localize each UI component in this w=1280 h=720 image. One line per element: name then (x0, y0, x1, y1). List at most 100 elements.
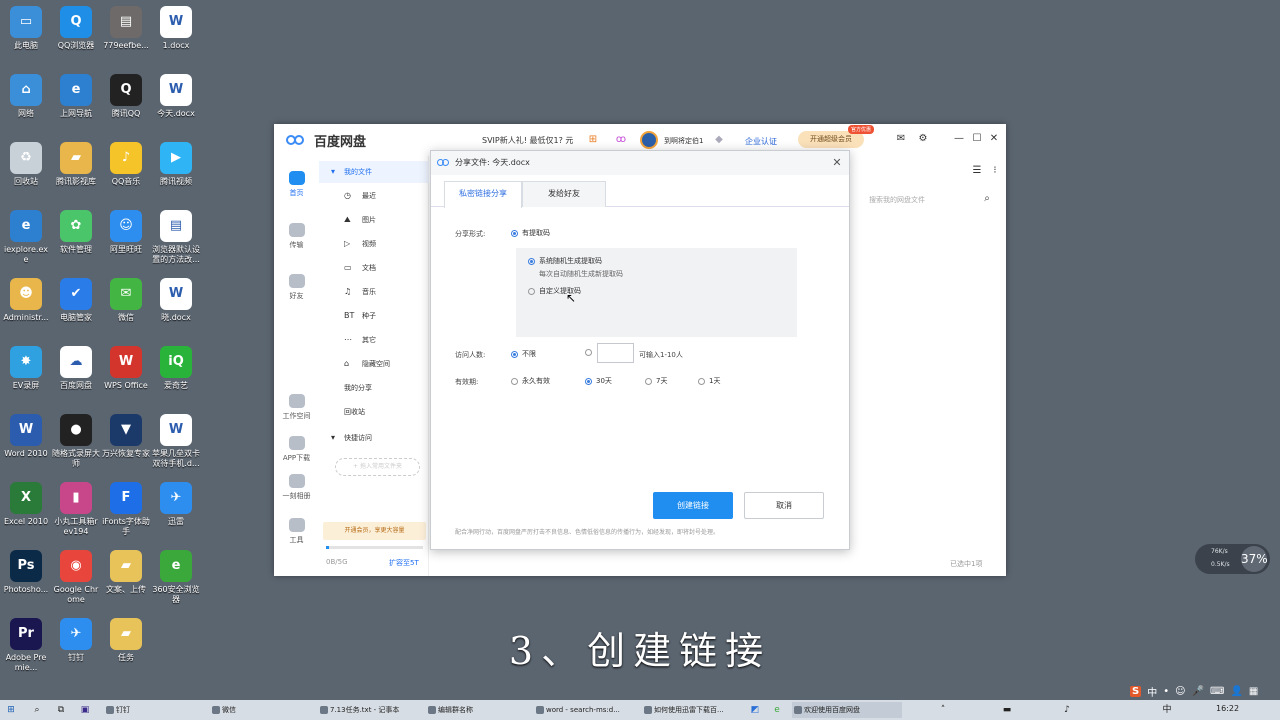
nav-friends[interactable]: 好友 (274, 274, 319, 301)
taskbar-wechat[interactable]: 微信 (210, 702, 310, 718)
tray-user-icon[interactable]: 👤 (1230, 686, 1242, 697)
desktop-icon[interactable]: Ps Photosho... (2, 544, 50, 595)
tray-overflow-icon[interactable]: ˄ (936, 703, 950, 717)
tab-private-link[interactable]: 私密链接分享 (444, 181, 522, 208)
ime-mode[interactable]: 中 (1147, 684, 1157, 699)
nav-app-download[interactable]: APP下载 (274, 436, 319, 463)
desktop-icon[interactable]: ▶ 腾讯视频 (152, 136, 200, 187)
desktop-icon[interactable]: ▰ 文案、上传 (102, 544, 150, 595)
desktop-icon[interactable]: ▤ 浏览器默认设置的方法改... (152, 204, 200, 265)
tray-dot-icon[interactable]: • (1163, 686, 1169, 697)
folder-music[interactable]: ♫ 音乐 (319, 281, 429, 303)
search-input[interactable]: 搜索我的网盘文件 (869, 195, 925, 205)
username[interactable]: 到啊将定伯1 (664, 136, 703, 146)
desktop-icon[interactable]: ● 随格式录屏大师 (52, 408, 100, 469)
taskbar-edit-group[interactable]: 编辑群名称 (426, 702, 526, 718)
desktop-icon[interactable]: e iexplore.exe (2, 204, 50, 265)
taskbar-explorer-search[interactable]: word - search-ms:d... (534, 702, 634, 718)
search-icon[interactable]: ⌕ (980, 192, 994, 206)
validity-permanent-radio[interactable]: 永久有效 (511, 376, 550, 386)
taskbar-notepad[interactable]: 7.13任务.txt - 记事本 (318, 702, 418, 718)
desktop-icon[interactable]: ✔ 电脑管家 (52, 272, 100, 323)
desktop-icon[interactable]: ▭ 此电脑 (2, 0, 50, 51)
desktop-icon[interactable]: ▰ 腾讯影视库 (52, 136, 100, 187)
desktop-icon[interactable]: ✿ 软件管理 (52, 204, 100, 255)
tray-grid-icon[interactable]: ▦ (1249, 686, 1258, 697)
validity-7d-radio[interactable]: 7天 (645, 376, 667, 386)
svip-promo[interactable]: SVIP新人礼! 最低仅1? 元 (482, 135, 573, 146)
folder-images[interactable]: ⛰ 图片 (319, 209, 429, 231)
tab-send-friend[interactable]: 发给好友 (522, 181, 606, 207)
tray-volume-icon[interactable]: ♪ (1060, 703, 1074, 717)
nav-home[interactable]: 首页 (274, 171, 319, 198)
tray-language-icon[interactable]: 中 (1160, 703, 1174, 717)
desktop-icon[interactable]: Q QQ浏览器 (52, 0, 100, 51)
desktop-icon[interactable]: ✉ 微信 (102, 272, 150, 323)
desktop-icon[interactable]: W WPS Office (102, 340, 150, 391)
open-vip-bar[interactable]: 开通会员，享更大容量 (323, 522, 426, 540)
maximize-icon[interactable]: ☐ (970, 132, 984, 146)
desktop-icon[interactable]: ☁ 百度网盘 (52, 340, 100, 391)
folder-quick-access[interactable]: ▾ 快捷访问 (319, 427, 429, 449)
folder-recent[interactable]: ◷ 最近 (319, 185, 429, 207)
visitors-custom-radio[interactable] (585, 349, 596, 356)
folder-my-shares[interactable]: 我的分享 (319, 377, 429, 399)
desktop-icon[interactable]: e 上网导航 (52, 68, 100, 119)
desktop-icon[interactable]: e 360安全浏览器 (152, 544, 200, 605)
nav-album[interactable]: 一刻相册 (274, 474, 319, 501)
desktop-icon[interactable]: ◉ Google Chrome (52, 544, 100, 605)
mail-icon[interactable]: ✉ (894, 132, 908, 146)
search-icon[interactable]: ⌕ (30, 703, 44, 717)
extract-code-radio[interactable]: 有提取码 (511, 228, 550, 238)
nav-workspace[interactable]: 工作空间 (274, 394, 319, 421)
add-quick-access[interactable]: + 拖入常用文件夹 (335, 458, 420, 476)
desktop-icon[interactable]: W 晓.docx (152, 272, 200, 323)
desktop-icon[interactable]: FiFonts字体助手 (102, 476, 150, 537)
desktop-icon[interactable]: W 1.docx (152, 0, 200, 51)
task-view-icon[interactable]: ⧉ (54, 703, 68, 717)
expand-storage-link[interactable]: 扩容至5T (389, 558, 419, 568)
desktop-icon[interactable]: Q 腾讯QQ (102, 68, 150, 119)
desktop-icon[interactable]: ♪ QQ音乐 (102, 136, 150, 187)
desktop-icon[interactable]: ▤ 779eefbe... (102, 0, 150, 51)
taskbar-baidu-netdisk[interactable]: 欢迎使用百度网盘 (792, 702, 902, 718)
desktop-icon[interactable]: ▼ 万兴恢复专家 (102, 408, 150, 459)
gear-icon[interactable]: ⚙ (916, 132, 930, 146)
create-link-button[interactable]: 创建链接 (653, 492, 733, 519)
folder-my-files[interactable]: ▾ 我的文件 (319, 161, 429, 183)
folder-videos[interactable]: ▷ 视频 (319, 233, 429, 255)
visitors-count-input[interactable] (597, 343, 634, 363)
close-icon[interactable]: ✕ (987, 132, 1001, 146)
sort-icon[interactable]: ☰ (970, 164, 984, 178)
folder-hidden[interactable]: ⌂ 隐藏空间 (319, 353, 429, 375)
tray-emoji-icon[interactable]: ☺ (1175, 686, 1185, 697)
windows-start-icon[interactable]: ⊞ (4, 703, 18, 717)
tray-mic-icon[interactable]: 🎤 (1192, 686, 1204, 697)
desktop-icon[interactable]: W Word 2010 (2, 408, 50, 459)
desktop-icon[interactable]: ✸ EV录屏 (2, 340, 50, 391)
tray-network-icon[interactable]: ▬ (1000, 703, 1014, 717)
tray-keyboard-icon[interactable]: ⌨ (1210, 686, 1224, 697)
desktop-icon[interactable]: ✈ 迅雷 (152, 476, 200, 527)
folder-recycle[interactable]: 回收站 (319, 401, 429, 423)
dialog-close-icon[interactable]: ✕ (829, 151, 845, 175)
taskbar-browser[interactable]: 如何使用迅雷下载百... (642, 702, 742, 718)
nav-tools[interactable]: 工具 (274, 518, 319, 545)
sogou-ime-icon[interactable]: S (1130, 685, 1142, 697)
desktop-icon[interactable]: ♻ 回收站 (2, 136, 50, 187)
enterprise-cert-link[interactable]: 企业认证 (745, 136, 777, 147)
premiere-task-icon[interactable]: ▣ (78, 703, 92, 717)
taskbar-360-icon[interactable]: e (770, 703, 784, 717)
folder-torrents[interactable]: BT 种子 (319, 305, 429, 327)
diamond-icon[interactable]: ◆ (712, 133, 726, 147)
desktop-icon[interactable]: W 苹果几垒双卡双待手机.d... (152, 408, 200, 469)
desktop-icon[interactable]: W 今天.docx (152, 68, 200, 119)
taskbar-app-icon[interactable]: ◩ (748, 703, 762, 717)
taskbar-dingtalk[interactable]: 钉钉 (104, 702, 199, 718)
cancel-button[interactable]: 取消 (744, 492, 824, 519)
random-code-radio[interactable]: 系统随机生成提取码 (528, 256, 602, 266)
minimize-icon[interactable]: — (952, 132, 966, 146)
taskbar-clock[interactable]: 16:22 (1216, 704, 1239, 713)
validity-30d-radio[interactable]: 30天 (585, 376, 612, 386)
gift-icon[interactable]: ⊞ (586, 133, 600, 147)
